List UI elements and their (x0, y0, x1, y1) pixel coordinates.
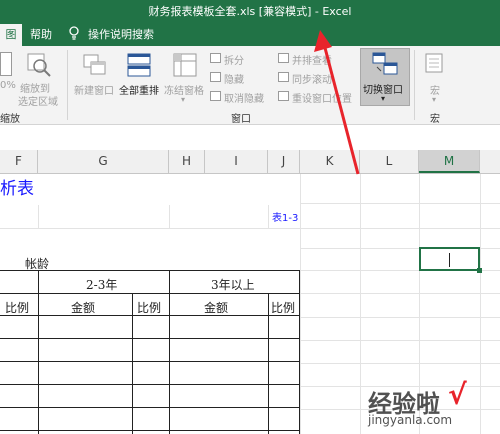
annotation-arrow-shaft (322, 43, 360, 175)
watermark-check-icon: √ (448, 378, 467, 411)
watermark-url: jingyanla.com (368, 413, 453, 427)
annotation-arrow (314, 30, 360, 175)
annotation-arrow-head (314, 30, 332, 52)
